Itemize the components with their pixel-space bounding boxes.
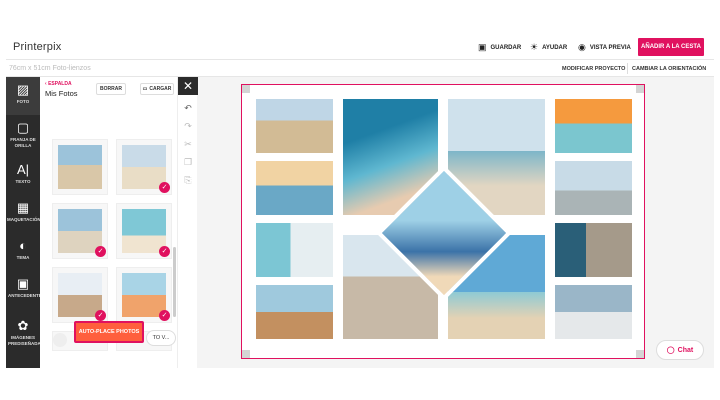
photo-thumbnail[interactable] (52, 139, 108, 195)
check-icon: ✓ (159, 246, 170, 257)
chat-bubble-icon: ◯ (666, 347, 675, 354)
back-link[interactable]: ‹ ESPALDA (45, 81, 72, 87)
rail-item-text[interactable]: A| TEXTO (6, 159, 40, 195)
rail-item-theme[interactable]: ◐ TEMA (6, 235, 40, 271)
rail-label: IMÁGENES PREDISEÑADAS (8, 335, 44, 346)
rail-label: ANTECEDENTES (8, 293, 45, 298)
resize-handle[interactable] (636, 350, 644, 358)
check-icon: ✓ (95, 246, 106, 257)
photo-thumbnail[interactable]: ✓ (116, 203, 172, 259)
clipart-icon: ✿ (17, 318, 29, 333)
logo: Printerpix (13, 41, 62, 53)
collage-photo[interactable] (555, 161, 632, 215)
panel-scrollbar[interactable] (173, 247, 176, 317)
folder-icon: ▭ (142, 86, 148, 92)
resize-handle[interactable] (242, 350, 250, 358)
redo-icon[interactable]: ↷ (178, 121, 198, 132)
help-label: AYUDAR (542, 44, 568, 51)
resize-handle[interactable] (636, 85, 644, 93)
change-orientation-link[interactable]: CAMBIAR LA ORIENTACIÓN (632, 66, 706, 72)
options-pill[interactable]: TO V... (146, 330, 176, 346)
modify-project-link[interactable]: MODIFICAR PROYECTO (562, 66, 625, 72)
scroll-left-button[interactable] (53, 333, 67, 347)
photo-icon: ▨ (16, 82, 30, 97)
collage-photo[interactable] (555, 285, 632, 339)
top-bar: Printerpix ▣ GUARDAR ☀ AYUDAR ◉ VISTA PR… (6, 34, 714, 60)
photo-thumbnail[interactable]: ✓ (116, 139, 172, 195)
rail-item-layout[interactable]: ▦ MAQUETACIÓN (6, 197, 41, 233)
eye-icon: ◉ (578, 42, 586, 52)
thumbnail-image (58, 273, 102, 317)
clear-button[interactable]: BORRAR (96, 83, 126, 95)
photo-thumbnail[interactable]: ✓ (52, 203, 108, 259)
background-icon: ▣ (16, 276, 30, 291)
thumbnail-image (122, 209, 166, 253)
border-icon: ▢ (16, 120, 30, 135)
collage-photo[interactable] (555, 99, 632, 153)
photo-thumbnail[interactable]: ✓ (52, 267, 108, 323)
product-size: 76cm x 51cm Foto-lienzos (9, 65, 91, 72)
editor-app: Printerpix ▣ GUARDAR ☀ AYUDAR ◉ VISTA PR… (6, 34, 714, 368)
photo-thumbnail[interactable]: ✓ (116, 267, 172, 323)
save-button[interactable]: ▣ GUARDAR (478, 42, 521, 53)
floppy-icon: ▣ (478, 42, 487, 52)
sub-bar: 76cm x 51cm Foto-lienzos MODIFICAR PROYE… (6, 60, 714, 77)
add-to-cart-button[interactable]: AÑADIR A LA CESTA (638, 38, 704, 56)
preview-label: VISTA PREVIA (589, 44, 631, 51)
thumbnail-image (58, 209, 102, 253)
check-icon: ✓ (95, 310, 106, 321)
panel-title: Mis Fotos (45, 89, 78, 98)
rail-item-background[interactable]: ▣ ANTECEDENTES (6, 273, 45, 313)
undo-icon[interactable]: ↶ (178, 103, 198, 114)
rail-label: TEXTO (15, 179, 31, 184)
rail-label: TEMA (16, 255, 30, 260)
preview-button[interactable]: ◉ VISTA PREVIA (578, 42, 631, 53)
rail-item-clipart[interactable]: ✿ IMÁGENES PREDISEÑADAS (6, 315, 44, 365)
layout-icon: ▦ (16, 200, 30, 215)
thumbnail-image (58, 145, 102, 189)
edit-tools: ✕ ↶ ↷ ✂ ❐ ⎘ (177, 77, 198, 368)
check-icon: ✓ (159, 310, 170, 321)
thumbnail-image (122, 145, 166, 189)
chat-label: Chat (677, 346, 694, 354)
check-icon: ✓ (159, 182, 170, 193)
collage-photo[interactable] (256, 223, 333, 277)
thumbnail-image (122, 273, 166, 317)
copy-icon[interactable]: ❐ (178, 157, 198, 168)
palette-icon: ◐ (19, 238, 27, 253)
save-label: GUARDAR (490, 44, 522, 51)
chat-button[interactable]: ◯ Chat (656, 340, 704, 360)
collage-photo[interactable] (256, 285, 333, 339)
back-label: ESPALDA (48, 81, 72, 87)
rail-label: MAQUETACIÓN (7, 217, 41, 222)
auto-place-button[interactable]: AUTO-PLACE PHOTOS (74, 321, 144, 343)
cut-icon[interactable]: ✂ (178, 139, 198, 150)
rail-item-photo[interactable]: ▨ FOTO (6, 77, 40, 115)
rail-label: FRANJA DE ORILLA (10, 137, 36, 148)
text-icon: A| (16, 162, 30, 177)
resize-handle[interactable] (242, 85, 250, 93)
collage-photo[interactable] (256, 99, 333, 153)
upload-label: CARGAR (149, 86, 172, 92)
divider (627, 63, 628, 74)
collage-photo[interactable] (555, 223, 632, 277)
close-icon: ✕ (182, 79, 194, 93)
paste-icon[interactable]: ⎘ (178, 175, 198, 186)
tool-rail: ▨ FOTO ▢ FRANJA DE ORILLA A| TEXTO ▦ MAQ… (6, 77, 45, 368)
collage-photo[interactable] (256, 161, 333, 215)
rail-item-border[interactable]: ▢ FRANJA DE ORILLA (6, 117, 40, 157)
lightbulb-icon: ☀ (530, 42, 539, 52)
rail-label: FOTO (16, 99, 30, 104)
help-button[interactable]: ☀ AYUDAR (530, 42, 567, 53)
close-panel-button[interactable]: ✕ (178, 77, 198, 95)
upload-button[interactable]: ▭ CARGAR (140, 83, 174, 95)
